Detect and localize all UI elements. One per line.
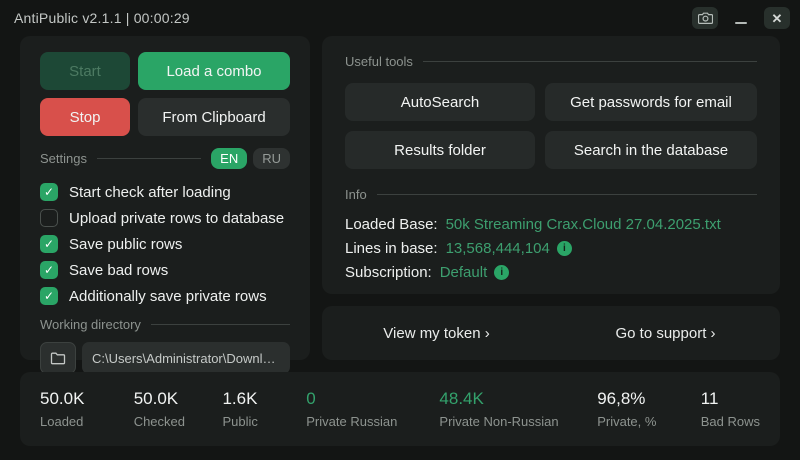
stat-private-russian: 0 Private Russian [306,389,439,429]
load-combo-button[interactable]: Load a combo [138,52,290,90]
minimize-icon [735,22,747,24]
checkbox-save-public[interactable]: ✓ Save public rows [40,231,290,257]
checkbox-checked-icon: ✓ [40,183,58,201]
subscription-row: Subscription: Default i [345,260,757,284]
stat-private-non-russian: 48.4K Private Non-Russian [439,389,597,429]
from-clipboard-button[interactable]: From Clipboard [138,98,290,136]
checkbox-checked-icon: ✓ [40,235,58,253]
close-button[interactable]: ✕ [764,7,790,29]
checkbox-save-bad[interactable]: ✓ Save bad rows [40,257,290,283]
info-header: Info [345,187,757,202]
checkbox-label: Start check after loading [69,184,231,201]
autosearch-button[interactable]: AutoSearch [345,83,535,121]
settings-header: Settings EN RU [40,148,290,169]
screenshot-button[interactable] [692,7,718,29]
stat-label: Private Non-Russian [439,414,597,429]
checkbox-save-private[interactable]: ✓ Additionally save private rows [40,283,290,309]
start-button[interactable]: Start [40,52,130,90]
divider [423,61,757,62]
info-icon[interactable]: i [494,265,509,280]
working-directory-header: Working directory [40,317,290,332]
account-links-panel: View my token › Go to support › [322,306,780,360]
results-folder-button[interactable]: Results folder [345,131,535,169]
camera-icon [698,12,713,24]
stat-label: Public [222,414,306,429]
titlebar: AntiPublic v2.1.1 | 00:00:29 ✕ [0,0,800,36]
checkbox-checked-icon: ✓ [40,287,58,305]
subscription-value: Default [440,264,488,281]
stat-value: 50.0K [40,389,134,409]
checkbox-label: Additionally save private rows [69,288,267,305]
settings-checkboxes: ✓ Start check after loading Upload priva… [40,179,290,309]
checkbox-label: Save bad rows [69,262,168,279]
tools-info-panel: Useful tools AutoSearch Get passwords fo… [322,36,780,294]
titlebar-controls: ✕ [692,7,790,29]
loaded-base-value: 50k Streaming Crax.Cloud 27.04.2025.txt [446,216,721,233]
support-half: Go to support › [551,325,780,342]
stat-label: Private Russian [306,414,439,429]
loaded-base-label: Loaded Base: [345,216,438,233]
subscription-label: Subscription: [345,264,432,281]
lang-toggle-en[interactable]: EN [211,148,247,169]
app-title: AntiPublic v2.1.1 | 00:00:29 [14,10,190,26]
minimize-button[interactable] [728,7,754,29]
support-link[interactable]: Go to support › [615,325,715,342]
stop-button[interactable]: Stop [40,98,130,136]
loaded-base-row: Loaded Base: 50k Streaming Crax.Cloud 27… [345,212,757,236]
lines-in-base-value: 13,568,444,104 [446,240,550,257]
divider [97,158,201,159]
info-icon[interactable]: i [557,241,572,256]
close-icon: ✕ [772,12,783,25]
lines-in-base-label: Lines in base: [345,240,438,257]
stat-loaded: 50.0K Loaded [40,389,134,429]
stat-private-percent: 96,8% Private, % [597,389,701,429]
settings-label: Settings [40,151,87,166]
useful-tools-buttons: AutoSearch Get passwords for email Resul… [345,83,757,169]
lines-in-base-row: Lines in base: 13,568,444,104 i [345,236,757,260]
checkbox-label: Save public rows [69,236,182,253]
checkbox-label: Upload private rows to database [69,210,284,227]
main-actions: Start Load a combo Stop From Clipboard [40,52,290,136]
stat-label: Checked [134,414,223,429]
stat-value: 96,8% [597,389,701,409]
stat-value: 1.6K [222,389,306,409]
stat-public: 1.6K Public [222,389,306,429]
stat-checked: 50.0K Checked [134,389,223,429]
stat-value: 50.0K [134,389,223,409]
working-directory-label: Working directory [40,317,141,332]
stat-value: 48.4K [439,389,597,409]
lang-toggle-ru[interactable]: RU [253,148,290,169]
stat-value: 11 [701,389,760,409]
stats-bar: 50.0K Loaded 50.0K Checked 1.6K Public 0… [20,372,780,446]
stat-bad-rows: 11 Bad Rows [701,389,760,429]
info-label: Info [345,187,367,202]
checkbox-unchecked-icon [40,209,58,227]
working-directory-input[interactable] [82,342,290,374]
checkbox-upload-private[interactable]: Upload private rows to database [40,205,290,231]
control-panel: Start Load a combo Stop From Clipboard S… [20,36,310,360]
divider [151,324,290,325]
stat-value: 0 [306,389,439,409]
search-database-button[interactable]: Search in the database [545,131,757,169]
view-token-half: View my token › [322,325,551,342]
stat-label: Loaded [40,414,134,429]
stat-label: Private, % [597,414,701,429]
app-window: AntiPublic v2.1.1 | 00:00:29 ✕ Start Loa… [0,0,800,460]
useful-tools-header: Useful tools [345,54,757,69]
get-passwords-button[interactable]: Get passwords for email [545,83,757,121]
stat-label: Bad Rows [701,414,760,429]
divider [377,194,757,195]
folder-icon [50,352,66,365]
info-rows: Loaded Base: 50k Streaming Crax.Cloud 27… [345,212,757,284]
view-token-link[interactable]: View my token › [383,325,489,342]
browse-folder-button[interactable] [40,342,76,374]
checkbox-start-check[interactable]: ✓ Start check after loading [40,179,290,205]
useful-tools-label: Useful tools [345,54,413,69]
checkbox-checked-icon: ✓ [40,261,58,279]
working-directory-row [40,342,290,374]
